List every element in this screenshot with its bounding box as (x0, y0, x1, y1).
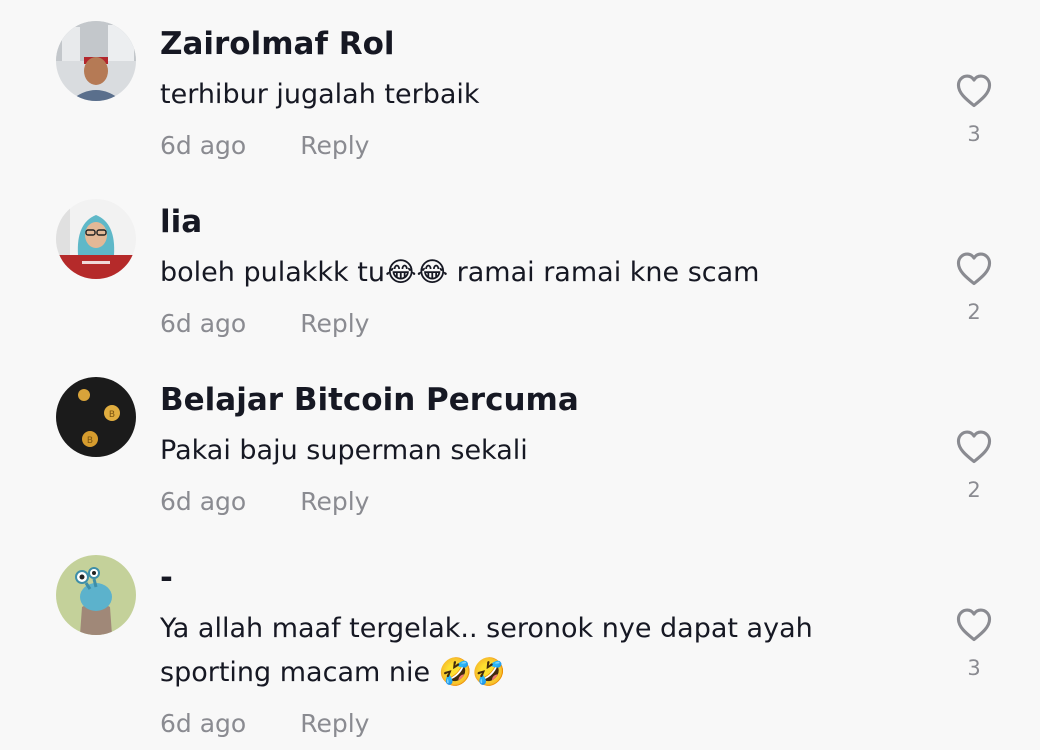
reply-button[interactable]: Reply (300, 706, 369, 742)
comment-text: Pakai baju superman sekali (160, 435, 528, 466)
avatar[interactable]: B B (56, 377, 136, 457)
comment-username[interactable]: Belajar Bitcoin Percuma (160, 380, 579, 420)
avatar[interactable] (56, 199, 136, 279)
person-photo-icon (56, 21, 136, 101)
comment-meta: 6d ago Reply (160, 706, 369, 742)
comment-username[interactable]: lia (160, 202, 202, 242)
heart-icon[interactable] (954, 250, 994, 286)
comment-username[interactable]: - (160, 558, 173, 598)
comment-time: 6d ago (160, 709, 247, 738)
like-group: 3 (952, 606, 996, 680)
avatar[interactable] (56, 555, 136, 635)
comment-time: 6d ago (160, 487, 247, 516)
comment-text: Ya allah maaf tergelak.. seronok nye dap… (160, 613, 813, 688)
reply-button[interactable]: Reply (300, 128, 369, 164)
default-cartoon-avatar-icon (56, 555, 136, 635)
comment-meta: 6d ago Reply (160, 306, 369, 342)
svg-text:B: B (87, 436, 93, 446)
person-hijab-photo-icon (56, 199, 136, 279)
comment-time: 6d ago (160, 309, 247, 338)
like-count: 3 (967, 656, 981, 680)
heart-icon[interactable] (954, 72, 994, 108)
avatar[interactable] (56, 21, 136, 101)
heart-icon[interactable] (954, 428, 994, 464)
heart-icon[interactable] (954, 606, 994, 642)
comment-time: 6d ago (160, 131, 247, 160)
comment-username[interactable]: Zairolmaf Rol (160, 24, 395, 64)
reply-button[interactable]: Reply (300, 306, 369, 342)
svg-text:B: B (109, 410, 115, 420)
like-count: 3 (967, 122, 981, 146)
like-count: 2 (967, 300, 981, 324)
reply-button[interactable]: Reply (300, 484, 369, 520)
comment-meta: 6d ago Reply (160, 484, 369, 520)
bitcoin-coins-photo-icon: B B (56, 377, 136, 457)
like-group: 3 (952, 72, 996, 146)
comment-text: terhibur jugalah terbaik (160, 79, 480, 110)
comment-text: boleh pulakkk tu😂😂 ramai ramai kne scam (160, 257, 760, 288)
like-group: 2 (952, 428, 996, 502)
like-group: 2 (952, 250, 996, 324)
comment-meta: 6d ago Reply (160, 128, 369, 164)
like-count: 2 (967, 478, 981, 502)
